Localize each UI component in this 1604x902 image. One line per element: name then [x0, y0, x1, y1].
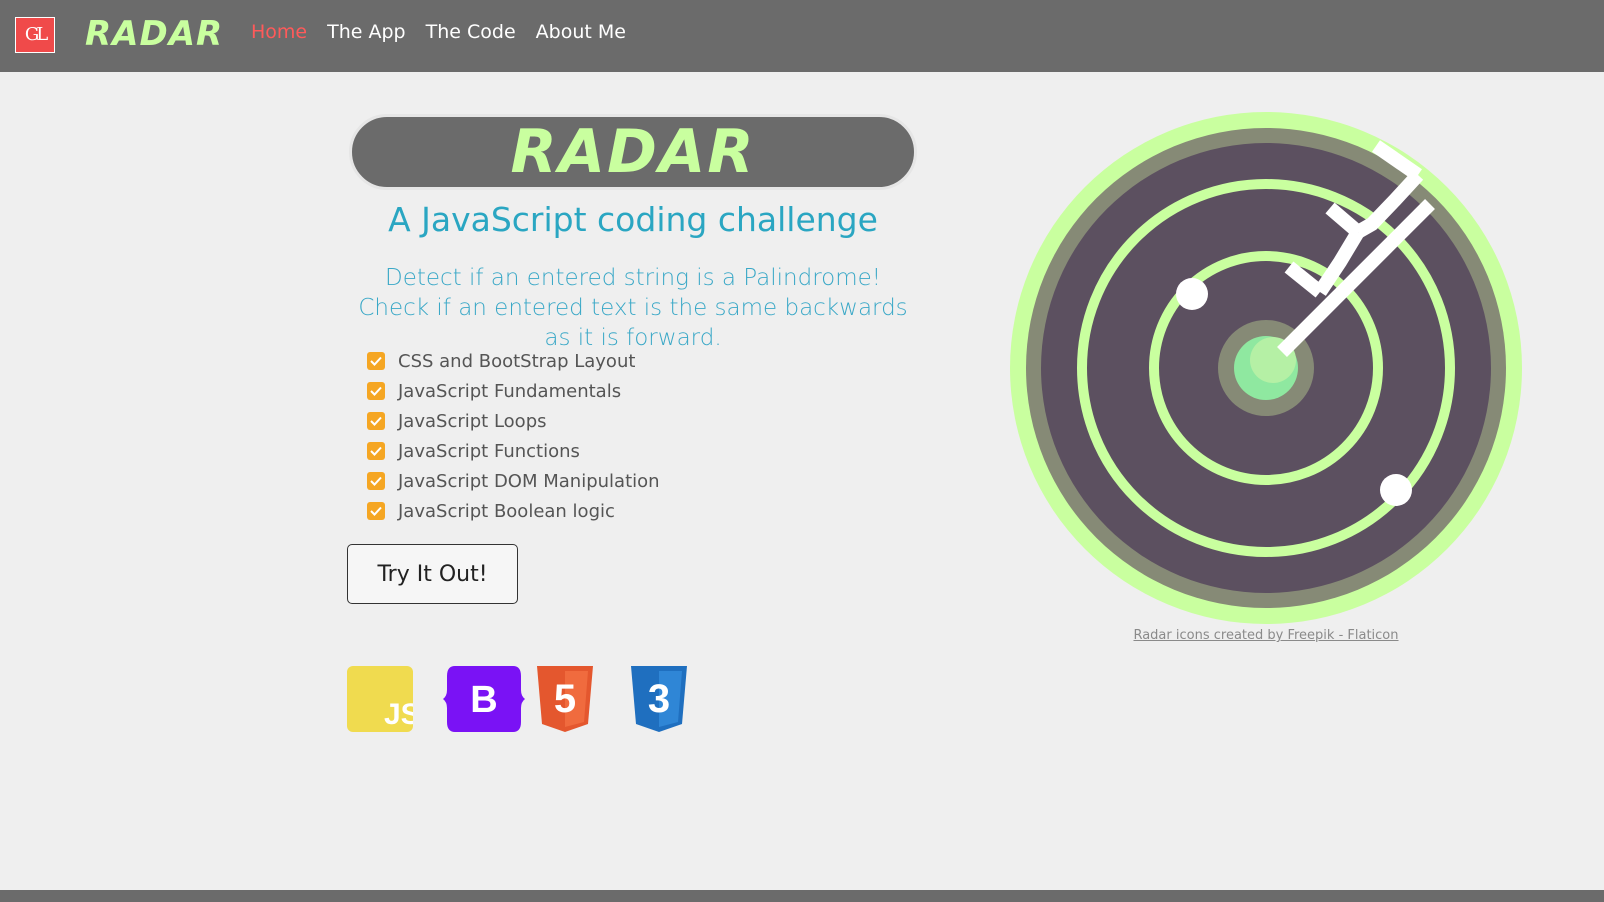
javascript-icon-label: JS: [384, 698, 413, 731]
logo-text: GL: [24, 24, 48, 45]
nav-about-link[interactable]: About Me: [536, 21, 626, 43]
hero-subtitle: A JavaScript coding challenge: [388, 200, 878, 239]
feature-item: JavaScript Fundamentals: [367, 376, 660, 406]
radar-blip: [1380, 474, 1412, 506]
feature-item: JavaScript Functions: [367, 436, 660, 466]
feature-label: JavaScript Functions: [398, 440, 580, 462]
radar-illustration: [1010, 112, 1522, 624]
feature-label: JavaScript Boolean logic: [398, 500, 615, 522]
feature-item: JavaScript Boolean logic: [367, 496, 660, 526]
nav-app-link[interactable]: The App: [327, 21, 406, 43]
feature-label: JavaScript Loops: [398, 410, 547, 432]
hero-title-banner: RADAR: [349, 114, 917, 190]
brand-name[interactable]: RADAR: [85, 14, 223, 54]
nav-home-link[interactable]: Home: [251, 21, 307, 43]
feature-item: CSS and BootStrap Layout: [367, 346, 660, 376]
feature-item: JavaScript Loops: [367, 406, 660, 436]
html5-icon: 5: [537, 666, 593, 732]
checkbox-checked-icon: [367, 442, 385, 460]
feature-label: JavaScript DOM Manipulation: [398, 470, 660, 492]
radar-blip: [1176, 278, 1208, 310]
hero-title: RADAR: [510, 117, 756, 187]
checkbox-checked-icon: [367, 472, 385, 490]
nav-code-link[interactable]: The Code: [426, 21, 516, 43]
try-it-out-button[interactable]: Try It Out!: [347, 544, 518, 604]
logo-icon[interactable]: GL: [15, 17, 55, 53]
checkbox-checked-icon: [367, 502, 385, 520]
checkbox-checked-icon: [367, 352, 385, 370]
checkbox-checked-icon: [367, 382, 385, 400]
footer-bar: [0, 890, 1604, 902]
radar-credit-link[interactable]: Radar icons created by Freepik - Flatico…: [1010, 628, 1522, 643]
bootstrap-icon: B: [443, 666, 525, 732]
hero-description: Detect if an entered string is a Palindr…: [358, 265, 908, 351]
html5-icon-label: 5: [554, 677, 576, 721]
tech-icons-row: JS B 5 3: [347, 666, 697, 734]
bootstrap-icon-label: B: [470, 679, 497, 721]
nav-links: Home The App The Code About Me: [251, 21, 626, 43]
feature-checklist: CSS and BootStrap Layout JavaScript Fund…: [367, 346, 660, 526]
javascript-icon: JS: [347, 666, 413, 732]
navbar: GL RADAR Home The App The Code About Me: [0, 0, 1604, 72]
css3-icon: 3: [631, 666, 687, 732]
feature-item: JavaScript DOM Manipulation: [367, 466, 660, 496]
feature-label: JavaScript Fundamentals: [398, 380, 622, 402]
css3-icon-label: 3: [648, 677, 670, 721]
feature-label: CSS and BootStrap Layout: [398, 350, 636, 372]
checkbox-checked-icon: [367, 412, 385, 430]
